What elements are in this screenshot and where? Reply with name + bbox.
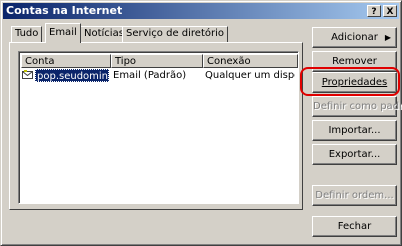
row-tipo: Email (Padrão) bbox=[113, 70, 187, 81]
column-header-tipo[interactable]: Tipo bbox=[111, 54, 203, 68]
tab-servico-diretorio[interactable]: Serviço de diretório bbox=[122, 26, 228, 42]
column-header-conexao[interactable]: Conexão bbox=[203, 54, 298, 68]
tab-tudo[interactable]: Tudo bbox=[11, 26, 43, 42]
close-button[interactable]: X bbox=[383, 5, 397, 17]
adicionar-button[interactable]: Adicionar ▶ bbox=[312, 27, 397, 48]
definir-padrao-button[interactable]: Definir como padrão bbox=[312, 96, 402, 117]
propriedades-button[interactable]: Propriedades bbox=[312, 72, 397, 93]
definir-ordem-button[interactable]: Definir ordem... bbox=[312, 185, 397, 206]
chevron-right-icon: ▶ bbox=[384, 33, 391, 42]
column-header-conta[interactable]: Conta bbox=[21, 54, 111, 68]
adicionar-label: Adicionar bbox=[331, 32, 378, 43]
accounts-list[interactable]: Conta Tipo Conexão pop.seudominio.... Em… bbox=[18, 51, 299, 204]
remover-button[interactable]: Remover bbox=[312, 51, 397, 72]
window-title: Contas na Internet bbox=[6, 4, 123, 17]
tab-email[interactable]: Email bbox=[45, 23, 81, 43]
fechar-button[interactable]: Fechar bbox=[312, 216, 397, 237]
title-bar: Contas na Internet ? X bbox=[3, 3, 399, 19]
help-button[interactable]: ? bbox=[367, 5, 381, 17]
importar-button[interactable]: Importar... bbox=[312, 120, 397, 141]
exportar-button[interactable]: Exportar... bbox=[312, 144, 397, 165]
row-conexao: Qualquer um dispo... bbox=[205, 70, 295, 81]
tab-noticias[interactable]: Notícias bbox=[80, 26, 128, 42]
mail-account-icon bbox=[22, 70, 33, 79]
row-conta[interactable]: pop.seudominio.... bbox=[35, 69, 109, 82]
